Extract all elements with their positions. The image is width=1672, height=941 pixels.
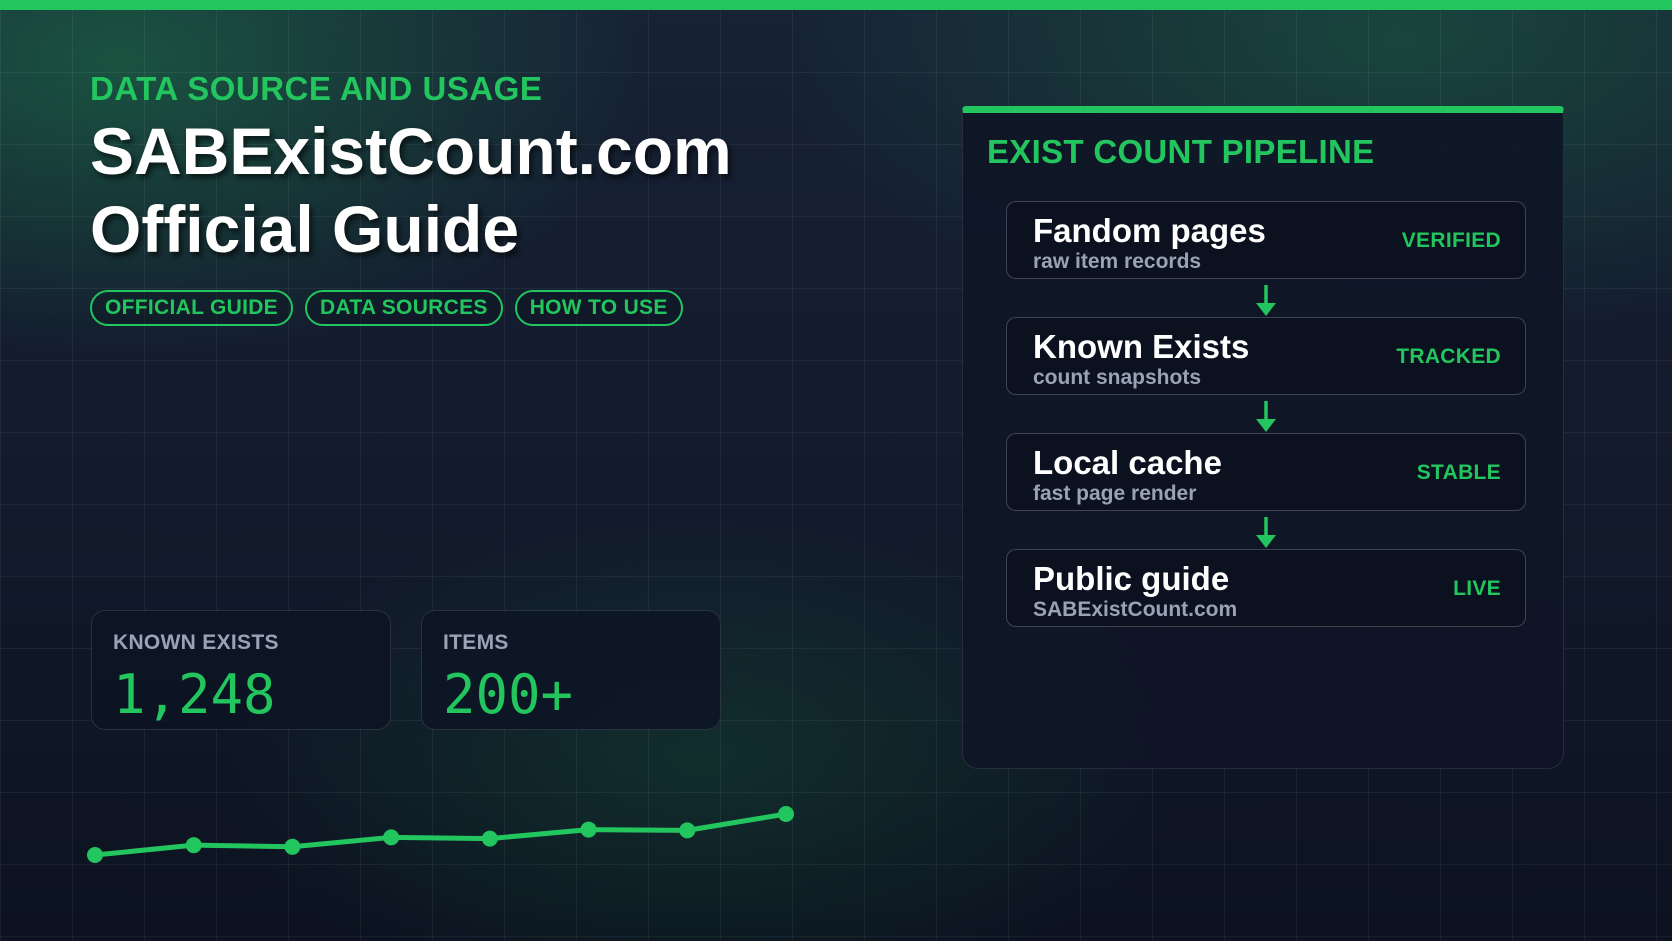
pipeline-step-known-exists: Known Exists count snapshots TRACKED: [1006, 317, 1526, 395]
pipeline-step-public-guide: Public guide SABExistCount.com LIVE: [1006, 549, 1526, 627]
pipeline-panel: EXIST COUNT PIPELINE Fandom pages raw it…: [962, 106, 1564, 769]
data-point-3: [284, 838, 301, 855]
step-subtitle: SABExistCount.com: [1033, 598, 1238, 621]
step-title: Fandom pages: [1033, 212, 1266, 249]
step-subtitle: count snapshots: [1033, 366, 1202, 389]
data-point-8: [778, 806, 794, 822]
step-status-badge: VERIFIED: [1401, 229, 1501, 252]
pipeline-step-local-cache: Local cache fast page render STABLE: [1006, 433, 1526, 511]
data-point-6: [580, 821, 597, 838]
pipeline-title: EXIST COUNT PIPELINE: [987, 133, 1375, 170]
step-status-badge: STABLE: [1416, 461, 1501, 484]
arrow-down-icon: [1256, 517, 1276, 548]
pipeline-step-fandom-pages: Fandom pages raw item records VERIFIED: [1006, 201, 1526, 279]
step-title: Public guide: [1033, 560, 1230, 597]
arrow-down-icon: [1256, 285, 1276, 316]
step-title: Local cache: [1033, 444, 1222, 481]
step-subtitle: raw item records: [1033, 250, 1202, 273]
step-subtitle: fast page render: [1033, 482, 1197, 505]
step-status-badge: LIVE: [1453, 577, 1501, 600]
data-point-7: [679, 822, 696, 839]
data-point-2: [185, 837, 202, 854]
step-status-badge: TRACKED: [1396, 345, 1501, 368]
arrow-down-icon: [1256, 401, 1276, 432]
data-point-1: [87, 847, 103, 863]
data-point-5: [481, 830, 498, 847]
step-title: Known Exists: [1033, 328, 1250, 365]
data-point-4: [383, 829, 400, 846]
